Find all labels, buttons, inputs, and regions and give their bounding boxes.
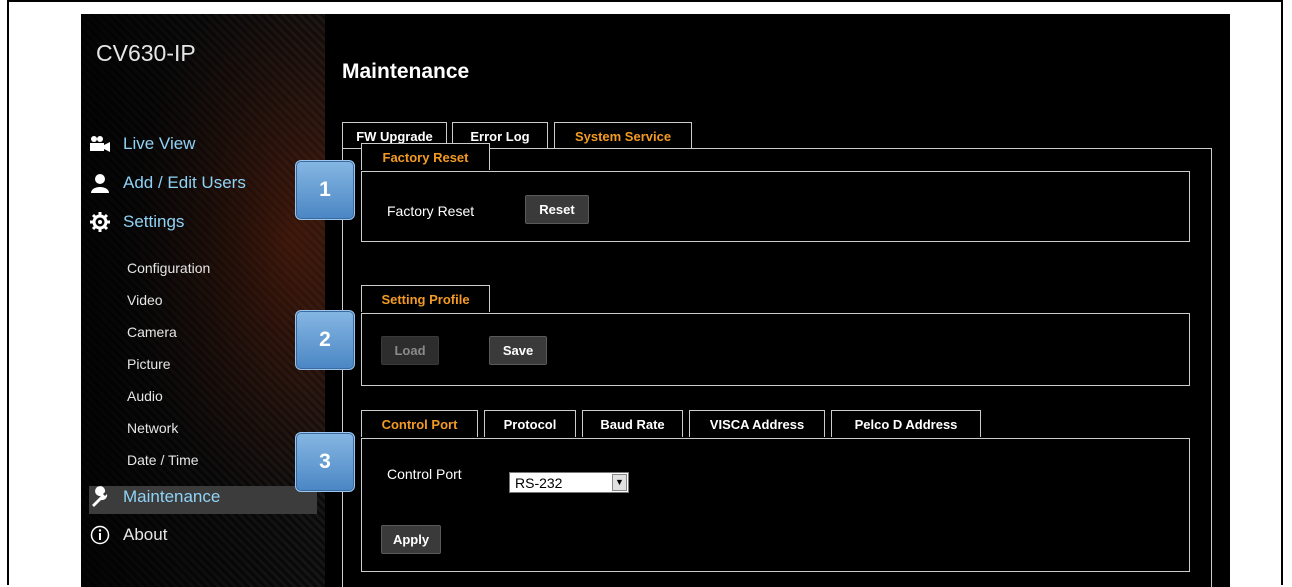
nav-maintenance-label: Maintenance: [123, 487, 221, 506]
app-title: CV630-IP: [96, 40, 196, 66]
callout-badge-2: 2: [295, 310, 355, 370]
control-port-box: [361, 438, 1190, 572]
tab-visca-address[interactable]: VISCA Address: [689, 410, 825, 437]
nav-add-edit-users-label: Add / Edit Users: [123, 173, 246, 192]
load-button[interactable]: Load: [381, 336, 439, 365]
reset-button[interactable]: Reset: [525, 195, 589, 224]
wrench-icon: [89, 486, 111, 508]
nav-live-view[interactable]: Live View: [89, 133, 195, 155]
user-icon: [89, 172, 111, 194]
info-icon: [89, 524, 111, 546]
callout-badge-3: 3: [295, 432, 355, 492]
tab-factory-reset[interactable]: Factory Reset: [361, 143, 490, 170]
tab-baud-rate[interactable]: Baud Rate: [582, 410, 683, 437]
page-title: Maintenance: [342, 60, 470, 83]
nav-sub-audio[interactable]: Audio: [127, 388, 163, 404]
tab-setting-profile[interactable]: Setting Profile: [361, 285, 490, 312]
main-content: Maintenance FW Upgrade Error Log System …: [325, 14, 1230, 587]
nav-settings-label: Settings: [123, 212, 185, 231]
callout-badge-1: 1: [295, 160, 355, 220]
nav-live-view-label: Live View: [123, 134, 196, 153]
tab-system-service[interactable]: System Service: [554, 122, 692, 149]
control-port-value: RS-232: [515, 475, 563, 491]
nav-settings[interactable]: Settings: [89, 211, 184, 233]
nav-sub-network[interactable]: Network: [127, 420, 178, 436]
nav-sub-video[interactable]: Video: [127, 292, 163, 308]
nav-add-edit-users[interactable]: Add / Edit Users: [89, 172, 246, 194]
tab-protocol[interactable]: Protocol: [484, 410, 576, 437]
control-port-label: Control Port: [387, 466, 462, 482]
sidebar: CV630-IP Live View Add / Edit Users Sett…: [81, 14, 325, 587]
nav-about[interactable]: About: [89, 524, 167, 546]
nav-sub-configuration[interactable]: Configuration: [127, 260, 210, 276]
apply-button[interactable]: Apply: [381, 525, 441, 554]
screenshot-frame: CV630-IP Live View Add / Edit Users Sett…: [7, 0, 1283, 587]
tab-control-port[interactable]: Control Port: [361, 410, 478, 437]
factory-reset-label: Factory Reset: [387, 203, 475, 219]
nav-about-label: About: [123, 525, 168, 544]
dropdown-arrow-icon: ▼: [612, 474, 627, 491]
factory-reset-box: [361, 171, 1190, 242]
app-window: CV630-IP Live View Add / Edit Users Sett…: [81, 14, 1230, 587]
setting-profile-box: [361, 313, 1190, 386]
gear-icon: [89, 211, 111, 233]
control-port-select[interactable]: RS-232 ▼: [509, 472, 629, 493]
tab-pelco-d-address[interactable]: Pelco D Address: [831, 410, 981, 437]
nav-sub-picture[interactable]: Picture: [127, 356, 171, 372]
nav-sub-camera[interactable]: Camera: [127, 324, 177, 340]
camera-icon: [89, 133, 111, 155]
nav-maintenance[interactable]: Maintenance: [89, 486, 220, 508]
save-button[interactable]: Save: [489, 336, 547, 365]
nav-sub-date-time[interactable]: Date / Time: [127, 452, 199, 468]
